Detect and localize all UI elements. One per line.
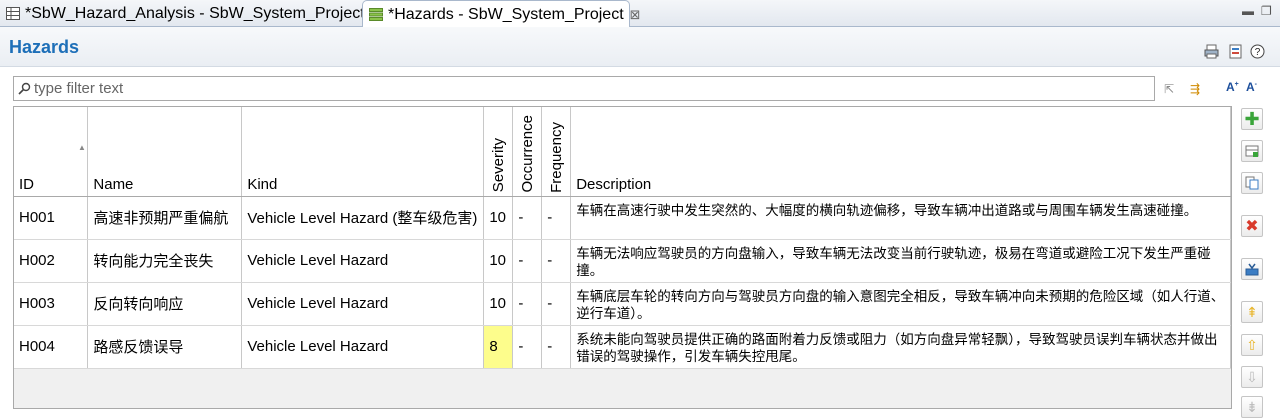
delete-button[interactable]: ✖ xyxy=(1241,215,1263,237)
cell-occurrence[interactable]: - xyxy=(512,196,543,240)
move-top-icon: ⇞ xyxy=(1246,303,1258,320)
column-header-name[interactable]: Name xyxy=(87,107,243,197)
move-down-icon: ⇩ xyxy=(1246,368,1258,385)
cell-kind[interactable]: Vehicle Level Hazard xyxy=(241,325,485,369)
maximize-icon[interactable]: ❐ xyxy=(1261,4,1272,18)
cell-description[interactable]: 系统未能向驾驶员提供正确的路面附着力反馈或阻力（如方向盘异常轻飘），导致驾驶员误… xyxy=(570,325,1231,369)
export-icon[interactable] xyxy=(1228,44,1243,59)
table-header-row: ▲ ID Name Kind Severity Occurrence Frequ… xyxy=(14,107,1231,197)
filter-icon[interactable]: ⇶ xyxy=(1190,82,1206,96)
tab-hazards[interactable]: *Hazards - SbW_System_Project ⊠ xyxy=(362,0,641,28)
add-icon: ✚ xyxy=(1244,108,1260,129)
move-up-button[interactable]: ⇧ xyxy=(1241,334,1263,356)
hazards-table-viewport: ▲ ID Name Kind Severity Occurrence Frequ… xyxy=(13,106,1232,409)
cell-description[interactable]: 车辆无法响应驾驶员的方向盘输入，导致车辆无法改变当前行驶轨迹，极易在弯道或避险工… xyxy=(570,239,1231,283)
cell-severity[interactable]: 10 xyxy=(483,196,514,240)
copy-button[interactable] xyxy=(1241,172,1263,194)
cell-description[interactable]: 车辆底层车轮的转向方向与驾驶员方向盘的输入意图完全相反，导致车辆冲向未预期的危险… xyxy=(570,282,1231,326)
cell-name[interactable]: 路感反馈误导 xyxy=(87,325,243,369)
filter-box xyxy=(13,76,1155,101)
add-row-icon xyxy=(1245,145,1259,157)
column-header-frequency[interactable]: Frequency xyxy=(541,107,572,197)
cell-id[interactable]: H004 xyxy=(14,325,89,369)
table-icon xyxy=(6,7,20,20)
move-top-button[interactable]: ⇞ xyxy=(1241,301,1263,323)
sort-indicator-icon: ▲ xyxy=(78,143,86,152)
cell-id[interactable]: H003 xyxy=(14,282,89,326)
tab-sbw-hazard-analysis[interactable]: *SbW_Hazard_Analysis - SbW_System_Projec… xyxy=(0,0,365,27)
svg-text:?: ? xyxy=(1255,47,1261,58)
print-icon[interactable] xyxy=(1204,44,1219,59)
filter-input[interactable] xyxy=(34,80,1154,97)
column-header-description[interactable]: Description xyxy=(570,107,1231,197)
cell-kind[interactable]: Vehicle Level Hazard xyxy=(241,239,485,283)
column-header-occurrence[interactable]: Occurrence xyxy=(512,107,543,197)
minimize-icon[interactable]: ▬ xyxy=(1242,4,1254,18)
editor-tab-bar: *SbW_Hazard_Analysis - SbW_System_Projec… xyxy=(0,0,1280,28)
font-increase-icon[interactable]: A+ xyxy=(1226,80,1242,94)
cell-severity[interactable]: 8 xyxy=(483,325,514,369)
move-bottom-icon: ⇟ xyxy=(1246,398,1258,415)
table-row[interactable]: H002 转向能力完全丧失 Vehicle Level Hazard 10 - … xyxy=(14,239,1231,283)
tab-label: *SbW_Hazard_Analysis - SbW_System_Projec… xyxy=(25,4,365,22)
cell-kind[interactable]: Vehicle Level Hazard xyxy=(241,282,485,326)
font-decrease-icon[interactable]: A- xyxy=(1246,80,1262,94)
column-header-kind[interactable]: Kind xyxy=(241,107,485,197)
tab-label: *Hazards - SbW_System_Project xyxy=(388,5,624,23)
page-title: Hazards xyxy=(9,37,80,57)
cell-description[interactable]: 车辆在高速行驶中发生突然的、大幅度的横向轨迹偏移，导致车辆冲出道路或与周围车辆发… xyxy=(570,196,1231,240)
cell-kind[interactable]: Vehicle Level Hazard (整车级危害) xyxy=(241,196,485,240)
cell-occurrence[interactable]: - xyxy=(512,239,543,283)
import-button[interactable] xyxy=(1241,258,1263,280)
help-icon[interactable]: ? xyxy=(1250,44,1265,59)
search-icon xyxy=(18,82,31,95)
list-icon xyxy=(369,8,383,21)
cell-severity[interactable]: 10 xyxy=(483,239,514,283)
cell-frequency[interactable]: - xyxy=(541,239,572,283)
move-bottom-button[interactable]: ⇟ xyxy=(1241,396,1263,418)
cell-id[interactable]: H001 xyxy=(14,196,89,240)
column-header-id[interactable]: ▲ ID xyxy=(14,107,89,197)
cell-name[interactable]: 转向能力完全丧失 xyxy=(87,239,243,283)
cell-occurrence[interactable]: - xyxy=(512,325,543,369)
add-row-button[interactable] xyxy=(1241,140,1263,162)
collapse-icon[interactable]: ⇱ xyxy=(1164,82,1180,96)
column-header-severity[interactable]: Severity xyxy=(483,107,514,197)
delete-icon: ✖ xyxy=(1245,218,1259,235)
close-icon[interactable]: ⊠ xyxy=(630,7,641,23)
cell-frequency[interactable]: - xyxy=(541,196,572,240)
cell-frequency[interactable]: - xyxy=(541,325,572,369)
cell-name[interactable]: 高速非预期严重偏航 xyxy=(87,196,243,240)
cell-severity[interactable]: 10 xyxy=(483,282,514,326)
table-row[interactable]: H003 反向转向响应 Vehicle Level Hazard 10 - - … xyxy=(14,282,1231,326)
cell-id[interactable]: H002 xyxy=(14,239,89,283)
cell-name[interactable]: 反向转向响应 xyxy=(87,282,243,326)
cell-occurrence[interactable]: - xyxy=(512,282,543,326)
add-button[interactable]: ✚ xyxy=(1241,108,1263,130)
table-row[interactable]: H004 路感反馈误导 Vehicle Level Hazard 8 - - 系… xyxy=(14,325,1231,369)
editor-header: Hazards ? xyxy=(0,27,1280,67)
table-row[interactable]: H001 高速非预期严重偏航 Vehicle Level Hazard (整车级… xyxy=(14,196,1231,240)
move-up-icon: ⇧ xyxy=(1246,336,1258,353)
cell-frequency[interactable]: - xyxy=(541,282,572,326)
hazards-table: ▲ ID Name Kind Severity Occurrence Frequ… xyxy=(14,107,1231,369)
import-icon xyxy=(1245,263,1259,276)
copy-icon xyxy=(1245,176,1259,190)
move-down-button[interactable]: ⇩ xyxy=(1241,366,1263,388)
